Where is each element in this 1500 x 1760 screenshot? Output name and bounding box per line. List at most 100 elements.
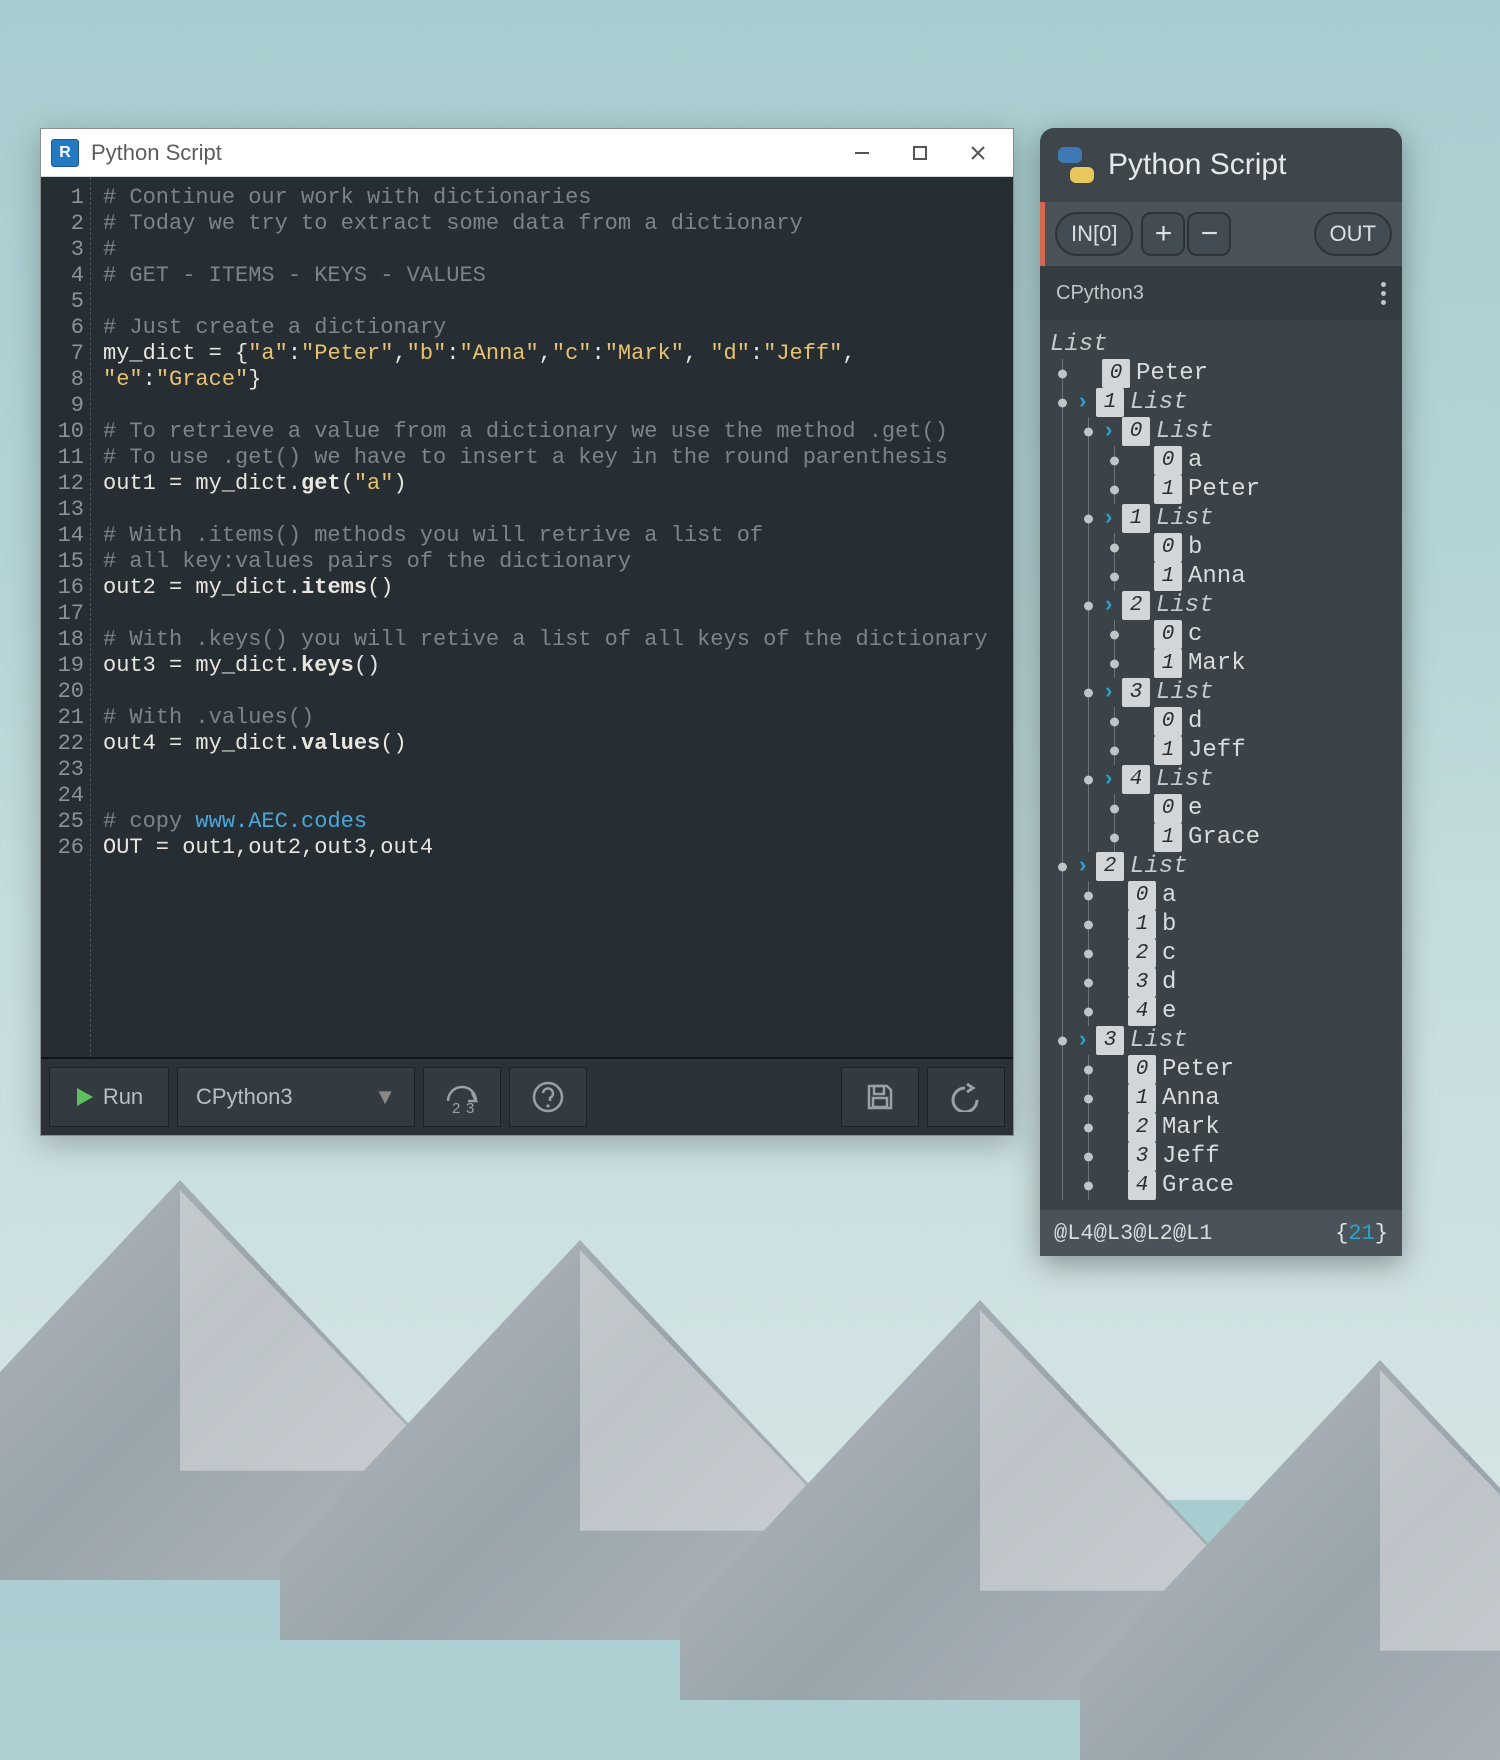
- code-line[interactable]: [103, 393, 1001, 419]
- tree-leaf-node[interactable]: 3d: [1050, 968, 1396, 997]
- line-number: 10: [47, 419, 84, 445]
- node-engine-label: CPython3: [1056, 282, 1144, 305]
- code-line[interactable]: # With .keys() you will retive a list of…: [103, 627, 1001, 653]
- code-line[interactable]: # To retrieve a value from a dictionary …: [103, 419, 1001, 445]
- tree-leaf-node[interactable]: 0Peter: [1050, 359, 1396, 388]
- tree-leaf-node[interactable]: 4e: [1050, 997, 1396, 1026]
- index-badge: 2: [1128, 1113, 1156, 1142]
- expand-caret-icon[interactable]: ›: [1102, 765, 1122, 794]
- node-menu-icon[interactable]: [1381, 282, 1386, 305]
- code-line[interactable]: [103, 601, 1001, 627]
- tree-leaf-node[interactable]: 0a: [1050, 881, 1396, 910]
- code-line[interactable]: # GET - ITEMS - KEYS - VALUES: [103, 263, 1001, 289]
- tree-label: a: [1162, 881, 1176, 910]
- editor-body: 1234567891011121314151617181920212223242…: [41, 177, 1013, 1057]
- tree-leaf-node[interactable]: 0b: [1050, 533, 1396, 562]
- convert-button[interactable]: 2 3: [423, 1067, 501, 1127]
- tree-leaf-node[interactable]: 0e: [1050, 794, 1396, 823]
- add-input-button[interactable]: +: [1141, 212, 1185, 256]
- code-area[interactable]: # Continue our work with dictionaries# T…: [91, 177, 1013, 1057]
- index-badge: 2: [1128, 939, 1156, 968]
- code-line[interactable]: out4 = my_dict.values(): [103, 731, 1001, 757]
- code-line[interactable]: #: [103, 237, 1001, 263]
- code-line[interactable]: # all key:values pairs of the dictionary: [103, 549, 1001, 575]
- tree-list-node[interactable]: ›3List: [1050, 678, 1396, 707]
- expand-caret-icon[interactable]: ›: [1102, 591, 1122, 620]
- tree-leaf-node[interactable]: 2Mark: [1050, 1113, 1396, 1142]
- tree-leaf-node[interactable]: 1Mark: [1050, 649, 1396, 678]
- save-button[interactable]: [841, 1067, 919, 1127]
- help-button[interactable]: [509, 1067, 587, 1127]
- code-line[interactable]: # Continue our work with dictionaries: [103, 185, 1001, 211]
- revert-button[interactable]: [927, 1067, 1005, 1127]
- tree-label: e: [1188, 794, 1202, 823]
- code-line[interactable]: [103, 289, 1001, 315]
- code-line[interactable]: OUT = out1,out2,out3,out4: [103, 835, 1001, 861]
- out-port[interactable]: OUT: [1314, 212, 1392, 256]
- tree-list-node[interactable]: ›1List: [1050, 388, 1396, 417]
- output-tree[interactable]: List0Peter›1List›0List0a1Peter›1List0b1A…: [1040, 320, 1402, 1210]
- in-port[interactable]: IN[0]: [1055, 212, 1133, 256]
- tree-label: List: [1156, 591, 1214, 620]
- expand-caret-icon[interactable]: ›: [1076, 1026, 1096, 1055]
- line-number: 25: [47, 809, 84, 835]
- tree-leaf-node[interactable]: 0a: [1050, 446, 1396, 475]
- code-line[interactable]: out1 = my_dict.get("a"): [103, 471, 1001, 497]
- code-line[interactable]: "e":"Grace"}: [103, 367, 1001, 393]
- index-badge: 0: [1102, 359, 1130, 388]
- remove-input-button[interactable]: −: [1187, 212, 1231, 256]
- code-line[interactable]: out2 = my_dict.items(): [103, 575, 1001, 601]
- node-header[interactable]: Python Script: [1040, 128, 1402, 202]
- minimize-button[interactable]: [833, 133, 891, 173]
- code-line[interactable]: # To use .get() we have to insert a key …: [103, 445, 1001, 471]
- code-line[interactable]: # Today we try to extract some data from…: [103, 211, 1001, 237]
- tree-list-node[interactable]: ›1List: [1050, 504, 1396, 533]
- window-controls: [833, 133, 1007, 173]
- line-number: 26: [47, 835, 84, 861]
- code-line[interactable]: [103, 497, 1001, 523]
- tree-list-node[interactable]: List: [1050, 330, 1396, 359]
- expand-caret-icon[interactable]: ›: [1076, 388, 1096, 417]
- code-line[interactable]: [103, 757, 1001, 783]
- code-line[interactable]: # Just create a dictionary: [103, 315, 1001, 341]
- tree-leaf-node[interactable]: 2c: [1050, 939, 1396, 968]
- tree-leaf-node[interactable]: 1Anna: [1050, 1084, 1396, 1113]
- code-line[interactable]: # With .items() methods you will retrive…: [103, 523, 1001, 549]
- code-line[interactable]: my_dict = {"a":"Peter","b":"Anna","c":"M…: [103, 341, 1001, 367]
- expand-caret-icon[interactable]: ›: [1102, 504, 1122, 533]
- tree-list-node[interactable]: ›2List: [1050, 591, 1396, 620]
- expand-caret-icon[interactable]: ›: [1102, 678, 1122, 707]
- tree-leaf-node[interactable]: 0Peter: [1050, 1055, 1396, 1084]
- expand-caret-icon[interactable]: ›: [1076, 852, 1096, 881]
- code-line[interactable]: # copy www.AEC.codes: [103, 809, 1001, 835]
- run-label: Run: [103, 1084, 143, 1110]
- code-line[interactable]: # With .values(): [103, 705, 1001, 731]
- tree-leaf-node[interactable]: 1Jeff: [1050, 736, 1396, 765]
- tree-list-node[interactable]: ›4List: [1050, 765, 1396, 794]
- tree-leaf-node[interactable]: 0c: [1050, 620, 1396, 649]
- expand-caret-icon[interactable]: ›: [1102, 417, 1122, 446]
- engine-dropdown[interactable]: CPython3 ▼: [177, 1067, 415, 1127]
- tree-leaf-node[interactable]: 1Anna: [1050, 562, 1396, 591]
- python-node: Python Script IN[0] + − OUT CPython3 Lis…: [1040, 128, 1402, 1256]
- titlebar[interactable]: R Python Script: [41, 129, 1013, 177]
- tree-leaf-node[interactable]: 1Grace: [1050, 823, 1396, 852]
- line-number: 8: [47, 367, 84, 393]
- tree-label: List: [1050, 330, 1108, 359]
- tree-leaf-node[interactable]: 0d: [1050, 707, 1396, 736]
- tree-list-node[interactable]: ›0List: [1050, 417, 1396, 446]
- tree-leaf-node[interactable]: 1b: [1050, 910, 1396, 939]
- run-button[interactable]: Run: [49, 1067, 169, 1127]
- tree-list-node[interactable]: ›3List: [1050, 1026, 1396, 1055]
- tree-leaf-node[interactable]: 4Grace: [1050, 1171, 1396, 1200]
- tree-list-node[interactable]: ›2List: [1050, 852, 1396, 881]
- tree-label: d: [1162, 968, 1176, 997]
- code-line[interactable]: [103, 679, 1001, 705]
- tree-leaf-node[interactable]: 3Jeff: [1050, 1142, 1396, 1171]
- code-line[interactable]: out3 = my_dict.keys(): [103, 653, 1001, 679]
- code-line[interactable]: [103, 783, 1001, 809]
- node-ports: IN[0] + − OUT: [1040, 202, 1402, 266]
- tree-leaf-node[interactable]: 1Peter: [1050, 475, 1396, 504]
- maximize-button[interactable]: [891, 133, 949, 173]
- close-button[interactable]: [949, 133, 1007, 173]
